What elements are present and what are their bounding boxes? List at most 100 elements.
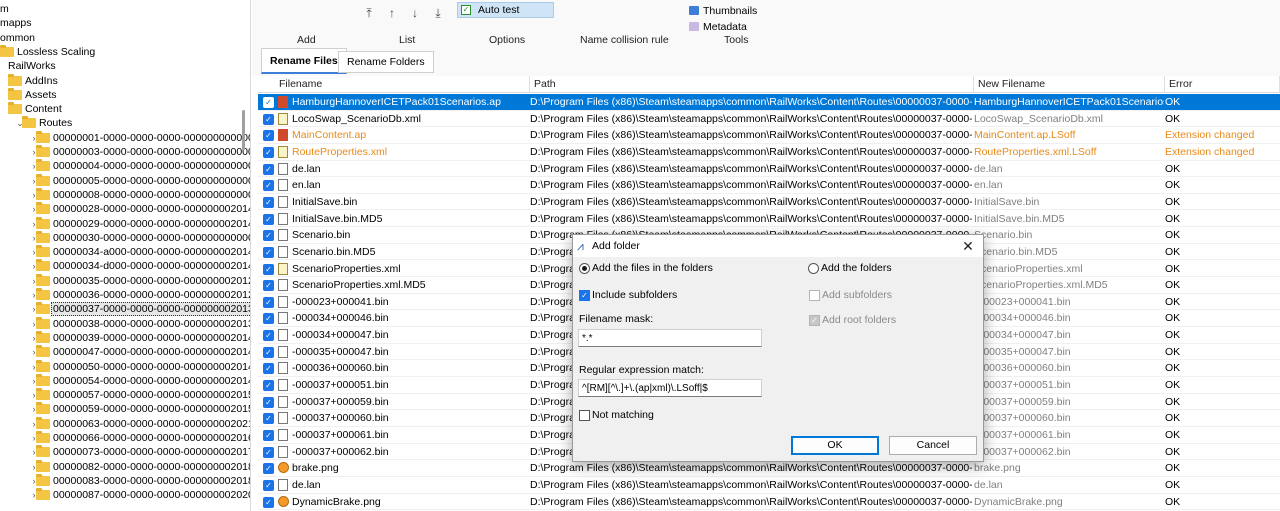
include-subfolders-checkbox[interactable]: ✓ xyxy=(579,290,590,301)
add-root-folders-checkbox[interactable]: ✓ xyxy=(809,315,820,326)
row-checkbox[interactable]: ✓ xyxy=(263,280,274,292)
add-subfolders-checkbox[interactable] xyxy=(809,290,820,301)
tree-item[interactable]: › 00000057-0000-0000-0000-000000002015 xyxy=(0,388,250,402)
table-row[interactable]: ✓ InitialSave.bin.MD5 D:\Program Files (x8… xyxy=(258,211,1280,228)
tree-item[interactable]: Assets xyxy=(0,87,240,102)
row-checkbox[interactable]: ✓ xyxy=(263,263,274,275)
tree-item[interactable]: › 00000047-0000-0000-0000-000000002014 xyxy=(0,345,250,359)
row-checkbox[interactable]: ✓ xyxy=(263,380,274,392)
auto-test-toggle[interactable]: ✓ Auto test xyxy=(457,2,554,18)
group-name-collision-rule[interactable]: Name collision rule xyxy=(580,34,669,46)
table-row[interactable]: ✓ brake.png D:\Program Files (x86)\Steam\s… xyxy=(258,460,1280,477)
tree-item[interactable]: m xyxy=(0,2,240,16)
tree-item[interactable]: mapps xyxy=(0,16,240,30)
table-row[interactable]: ✓ en.lan D:\Program Files (x86)\Steam\stea… xyxy=(258,177,1280,194)
tree-item[interactable]: › 00000008-0000-0000-0000-000000000000 xyxy=(0,187,250,202)
table-row[interactable]: ✓ de.lan D:\Program Files (x86)\Steam\stea… xyxy=(258,477,1280,494)
table-row[interactable]: ✓ de.lan D:\Program Files (x86)\Steam\stea… xyxy=(258,161,1280,178)
not-matching-label[interactable]: Not matching xyxy=(592,409,654,421)
tree-item[interactable]: › 00000034-a000-0000-0000-000000002014 xyxy=(0,245,250,259)
row-checkbox[interactable]: ✓ xyxy=(263,313,274,325)
filename-mask-input[interactable] xyxy=(578,329,762,347)
group-options[interactable]: Options xyxy=(489,34,525,46)
row-checkbox[interactable]: ✓ xyxy=(263,496,274,508)
tree-item[interactable]: › 00000003-0000-0000-0000-000000000000 xyxy=(0,145,250,159)
move-up-icon[interactable]: ↑ xyxy=(385,6,399,20)
row-checkbox[interactable]: ✓ xyxy=(263,296,274,308)
row-checkbox[interactable]: ✓ xyxy=(263,97,274,108)
tree-item[interactable]: › 00000028-0000-0000-0000-000000002014 xyxy=(0,202,250,216)
row-checkbox[interactable]: ✓ xyxy=(263,146,274,158)
tree-item[interactable]: › 00000087-0000-0000-0000-000000002020 xyxy=(0,488,250,502)
row-checkbox[interactable]: ✓ xyxy=(263,213,274,225)
row-checkbox[interactable]: ✓ xyxy=(263,479,274,491)
tree-item[interactable]: › 00000073-0000-0000-0000-000000002017 xyxy=(0,445,250,459)
tree-item[interactable]: Lossless Scaling xyxy=(0,44,240,59)
row-checkbox[interactable]: ✓ xyxy=(263,346,274,358)
cancel-button[interactable]: Cancel xyxy=(889,436,977,455)
row-checkbox[interactable]: ✓ xyxy=(263,446,274,458)
radio-add-files[interactable] xyxy=(579,263,590,274)
tree-item[interactable]: › 00000004-0000-0000-0000-000000000000 xyxy=(0,159,250,173)
ok-button[interactable]: OK xyxy=(791,436,879,455)
move-top-icon[interactable]: ⤒ xyxy=(362,6,376,21)
row-checkbox[interactable]: ✓ xyxy=(263,413,274,425)
tree-item[interactable]: › 00000039-0000-0000-0000-000000002014 xyxy=(0,330,250,345)
tab-rename-files[interactable]: Rename Files xyxy=(261,48,347,74)
table-row[interactable]: ✓ LocoSwap_ScenarioDb.xml D:\Program Files… xyxy=(258,111,1280,128)
tree-item[interactable]: ⌄ Routes xyxy=(0,116,240,130)
folder-tree[interactable]: m mapps ommon Lossless Scaling RailWorks AddI… xyxy=(0,0,251,511)
table-row[interactable]: ✓ MainContent.ap D:\Program Files (x86)\St… xyxy=(258,127,1280,144)
tree-item[interactable]: › 00000083-0000-0000-0000-000000002018 xyxy=(0,473,250,488)
table-row[interactable]: ✓ RouteProperties.xml D:\Program Files (x8… xyxy=(258,144,1280,161)
tree-item[interactable]: › 00000082-0000-0000-0000-000000002018 xyxy=(0,459,250,474)
row-checkbox[interactable]: ✓ xyxy=(263,180,274,192)
table-row[interactable]: ✓ DynamicBrake.png D:\Program Files (x86)\… xyxy=(258,494,1280,511)
tab-rename-folders[interactable]: Rename Folders xyxy=(338,51,434,73)
row-checkbox[interactable]: ✓ xyxy=(263,163,274,175)
tree-item[interactable]: › 00000066-0000-0000-0000-000000002016 xyxy=(0,431,250,445)
tree-item[interactable]: › 00000029-0000-0000-0000-000000002014 xyxy=(0,216,250,231)
move-bottom-icon[interactable]: ⤓ xyxy=(431,6,445,21)
tree-item[interactable]: › 00000037-0000-0000-0000-000000002013 xyxy=(0,302,250,317)
row-checkbox[interactable]: ✓ xyxy=(263,230,274,242)
tree-item[interactable]: › 00000030-0000-0000-0000-000000000000 xyxy=(0,230,250,245)
move-down-icon[interactable]: ↓ xyxy=(408,6,422,20)
group-add[interactable]: Add xyxy=(297,34,316,46)
row-checkbox[interactable]: ✓ xyxy=(263,196,274,208)
not-matching-checkbox[interactable] xyxy=(579,410,590,421)
tree-item[interactable]: › 00000035-0000-0000-0000-000000002012 xyxy=(0,273,250,288)
row-checkbox[interactable]: ✓ xyxy=(263,363,274,375)
row-checkbox[interactable]: ✓ xyxy=(263,113,274,125)
group-list[interactable]: List xyxy=(399,34,415,46)
metadata-button[interactable]: Metadata xyxy=(703,21,747,33)
tree-item[interactable]: Content xyxy=(0,102,240,116)
column-new-filename[interactable]: New Filename xyxy=(974,76,1165,93)
column-filename[interactable]: Filename xyxy=(258,76,530,93)
radio-add-folders-label[interactable]: Add the folders xyxy=(821,262,892,274)
tree-item[interactable]: › 00000005-0000-0000-0000-000000000000 xyxy=(0,173,250,188)
radio-add-folders[interactable] xyxy=(808,263,819,274)
tree-item[interactable]: › 00000063-0000-0000-0000-000000002021 xyxy=(0,416,250,431)
tree-item[interactable]: AddIns xyxy=(0,73,240,88)
row-checkbox[interactable]: ✓ xyxy=(263,463,274,475)
table-row[interactable]: ✓ InitialSave.bin D:\Program Files (x86)\S… xyxy=(258,194,1280,211)
tree-item[interactable]: › 00000050-0000-0000-0000-000000002014 xyxy=(0,359,250,374)
row-checkbox[interactable]: ✓ xyxy=(263,430,274,441)
tree-item[interactable]: › 00000038-0000-0000-0000-000000002013 xyxy=(0,316,250,331)
tree-item[interactable]: › 00000034-d000-0000-0000-000000002014 xyxy=(0,259,250,273)
row-checkbox[interactable]: ✓ xyxy=(263,246,274,258)
close-button[interactable]: ✕ xyxy=(957,236,979,256)
tree-item[interactable]: › 00000054-0000-0000-0000-000000002014 xyxy=(0,373,250,388)
row-checkbox[interactable]: ✓ xyxy=(263,396,274,408)
tree-item[interactable]: RailWorks xyxy=(0,59,240,73)
radio-add-files-label[interactable]: Add the files in the folders xyxy=(592,262,713,274)
table-row[interactable]: ✓ HamburgHannoverICETPack01Scenarios.ap D:… xyxy=(258,94,1280,111)
row-checkbox[interactable]: ✓ xyxy=(263,330,274,342)
tree-item[interactable]: › 00000001-0000-0000-0000-000000000000 xyxy=(0,130,250,145)
include-subfolders-label[interactable]: Include subfolders xyxy=(592,289,677,301)
row-checkbox[interactable]: ✓ xyxy=(263,130,274,142)
tree-item[interactable]: › 00000036-0000-0000-0000-000000002012 xyxy=(0,288,250,302)
regex-input[interactable] xyxy=(578,379,762,397)
tree-item[interactable]: ommon xyxy=(0,31,240,45)
